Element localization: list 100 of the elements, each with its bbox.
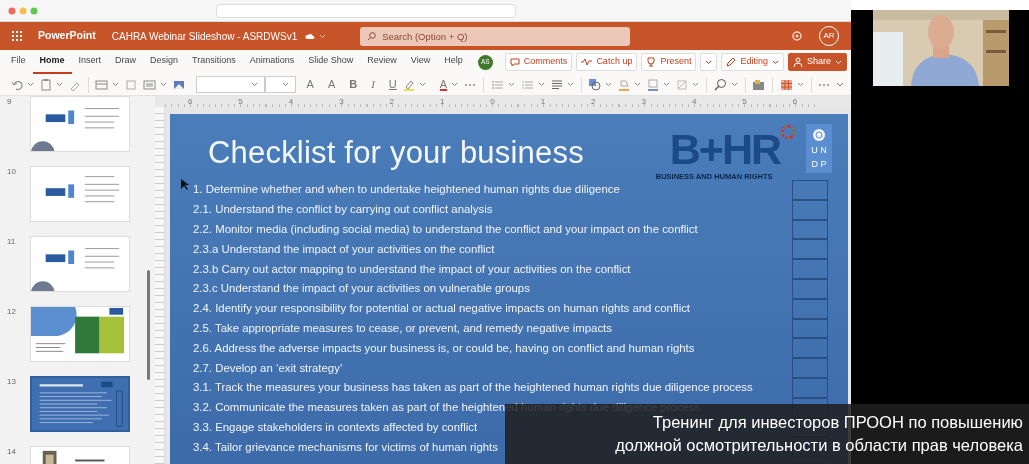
ribbon-tab[interactable]: View	[403, 50, 438, 74]
shrink-font-button[interactable]: A	[324, 74, 339, 95]
checklist-item: 2.1. Understand the conflict by carrying out conflict analysis	[193, 202, 493, 218]
ribbon-tab[interactable]: Design	[143, 50, 186, 74]
layout-icon	[143, 78, 157, 91]
slide-thumbnail[interactable]	[30, 376, 130, 432]
ribbon-tab[interactable]: Review	[360, 50, 404, 74]
globe-icon	[812, 128, 826, 142]
ribbon-tab[interactable]: Animations	[242, 50, 302, 74]
checklist-item: 2.3.b Carry out actor mapping to understand the impact of your activities on the conflict	[193, 261, 631, 277]
checkbox[interactable]	[792, 358, 828, 378]
font-color-button[interactable]: A	[436, 74, 462, 95]
ribbon-tab[interactable]: Slide Show	[301, 50, 361, 74]
dropdown-button[interactable]	[700, 53, 718, 71]
ribbon-tab[interactable]: File	[4, 50, 33, 74]
checkbox[interactable]	[792, 318, 828, 339]
underline-button[interactable]: U	[385, 74, 400, 95]
caret-icon	[251, 82, 259, 87]
slide-number: 14	[6, 446, 17, 458]
search-field[interactable]: Search (Option + Q)	[360, 26, 631, 46]
checklist-item: 3.4. Tailor grievance mechanisms for victims of human rights	[193, 439, 498, 455]
checklist-item: 1. Determine whether and when to undertake heightened human rights due diligence	[193, 182, 620, 198]
app-launcher-icon	[12, 31, 22, 41]
document-title[interactable]: CAHRA Webinar Slideshow - ASRDWSv1	[111, 28, 298, 44]
shapes-icon	[588, 78, 602, 91]
logo-text: D P	[811, 159, 827, 170]
checkbox[interactable]	[792, 180, 828, 200]
highlighter-icon	[402, 78, 415, 91]
checklist-item: 2.3.a Understand the impact of your activities on the conflict	[193, 241, 495, 257]
chevron-icon	[836, 81, 844, 88]
ruler-number: 0	[467, 96, 518, 107]
checkbox[interactable]	[792, 377, 828, 398]
ruler-number: 3	[316, 96, 367, 107]
checkbox[interactable]	[792, 259, 828, 279]
checklist-item: 3.3. Engage stakeholders in contexts affected by conflict	[193, 419, 478, 435]
checkbox[interactable]	[792, 219, 828, 240]
paint-bucket-icon	[618, 78, 631, 91]
caret-icon	[566, 82, 574, 87]
numbering-icon	[520, 78, 534, 91]
address-bar[interactable]	[216, 3, 516, 18]
caret-icon	[27, 82, 34, 87]
caret-icon	[160, 82, 168, 87]
ribbon-tab[interactable]: Draw	[108, 50, 144, 74]
chevron-icon	[319, 33, 327, 39]
checklist-item: 2.2. Monitor media (including social media) to understand the conflict and your impact on the conflict	[193, 221, 698, 237]
cloud-icon	[305, 32, 316, 40]
ribbon-tab[interactable]: Transitions	[185, 50, 243, 74]
ruler-number: 5	[215, 96, 266, 107]
image-icon	[173, 78, 186, 91]
checklist-item: 2.6. Address the adverse impacts your business is, or could be, having on conflict and human rights	[193, 340, 695, 356]
settings-icon	[791, 30, 803, 42]
font-name-field[interactable]	[196, 76, 266, 93]
slide-number: 11	[6, 236, 17, 248]
search-icon	[713, 78, 727, 91]
ribbon-tab[interactable]: Help	[437, 50, 470, 74]
checklist-item: 2.7. Develop an ‘exit strategy’	[193, 360, 343, 376]
checkbox[interactable]	[792, 338, 828, 359]
person-icon	[792, 57, 803, 67]
undo-icon	[11, 78, 23, 91]
caret-icon	[507, 82, 515, 87]
caret-icon	[663, 82, 671, 87]
subtitle-line: Тренинг для инвесторов ПРООН по повышению	[651, 413, 1024, 434]
italic-button[interactable]: I	[368, 74, 378, 95]
checklist-item: 2.3.c Understand the impact of your activities on vulnerable groups	[193, 281, 530, 297]
pencil-icon	[726, 57, 737, 67]
ribbon-tab[interactable]: Insert	[71, 50, 109, 74]
bullets-icon	[490, 78, 504, 91]
checkbox[interactable]	[792, 239, 828, 260]
activity-icon	[581, 58, 593, 66]
font-size-field[interactable]	[265, 76, 296, 93]
comments-button[interactable]: Comments	[504, 53, 573, 71]
catch-up-button[interactable]: Catch up	[576, 53, 638, 71]
caret-icon	[451, 82, 459, 87]
share-button[interactable]: Share	[787, 53, 847, 71]
color-wheel-icon	[780, 124, 796, 140]
caret-icon	[56, 82, 63, 87]
caret-icon	[112, 82, 120, 87]
checkbox[interactable]	[792, 298, 828, 319]
align-icon	[550, 78, 563, 91]
present-button[interactable]: Present	[641, 53, 697, 71]
chevron-icon	[771, 59, 779, 65]
slide-number: 12	[6, 306, 17, 318]
cursor-icon	[181, 179, 189, 190]
editing-button[interactable]: Editing	[721, 53, 784, 71]
subtitle-line: должной осмотрительности в области прав человека	[614, 435, 1024, 456]
bold-button[interactable]: B	[346, 74, 361, 95]
trophy-icon	[646, 57, 657, 67]
checklist-item: 3.1. Track the measures your business has taken as part of the heightened human rights due diligence process	[193, 380, 753, 396]
checkbox[interactable]	[792, 279, 828, 299]
slide-number: 9	[6, 96, 13, 108]
logo-text: U N	[811, 146, 827, 156]
grow-font-button[interactable]: A	[303, 74, 317, 95]
caret-icon	[605, 82, 613, 87]
pen-outline-icon	[647, 78, 660, 91]
scrollbar[interactable]	[147, 270, 150, 380]
checkbox[interactable]	[792, 199, 828, 220]
slide-title: Checklist for your business	[208, 134, 584, 172]
checklist-item: 2.5. Take appropriate measures to cease, or prevent, and remedy negative impacts	[193, 320, 612, 336]
checklist-item: 2.4. Identify your responsibility for potential or actual negative impacts on human rights and conflict	[193, 301, 691, 317]
slide-number: 13	[6, 376, 17, 388]
